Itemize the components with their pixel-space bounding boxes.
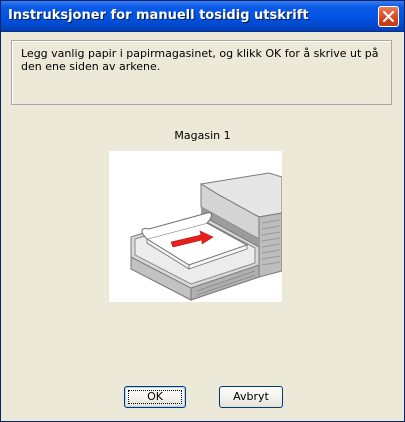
close-icon [383, 11, 394, 22]
ok-button[interactable]: OK [124, 386, 186, 408]
window-title: Instruksjoner for manuell tosidig utskri… [8, 8, 309, 23]
ok-button-label: OK [147, 390, 163, 403]
close-button[interactable] [378, 6, 399, 27]
cancel-button-label: Avbryt [233, 390, 269, 403]
instruction-panel: Legg vanlig papir i papirmagasinet, og k… [11, 40, 392, 105]
tray-label: Magasin 1 [174, 129, 231, 142]
printer-paper-tray-illustration [109, 151, 283, 302]
instruction-text: Legg vanlig papir i papirmagasinet, og k… [21, 47, 379, 73]
dialog-window: Instruksjoner for manuell tosidig utskri… [0, 0, 405, 422]
title-bar[interactable]: Instruksjoner for manuell tosidig utskri… [1, 1, 404, 32]
cancel-button[interactable]: Avbryt [219, 386, 283, 408]
